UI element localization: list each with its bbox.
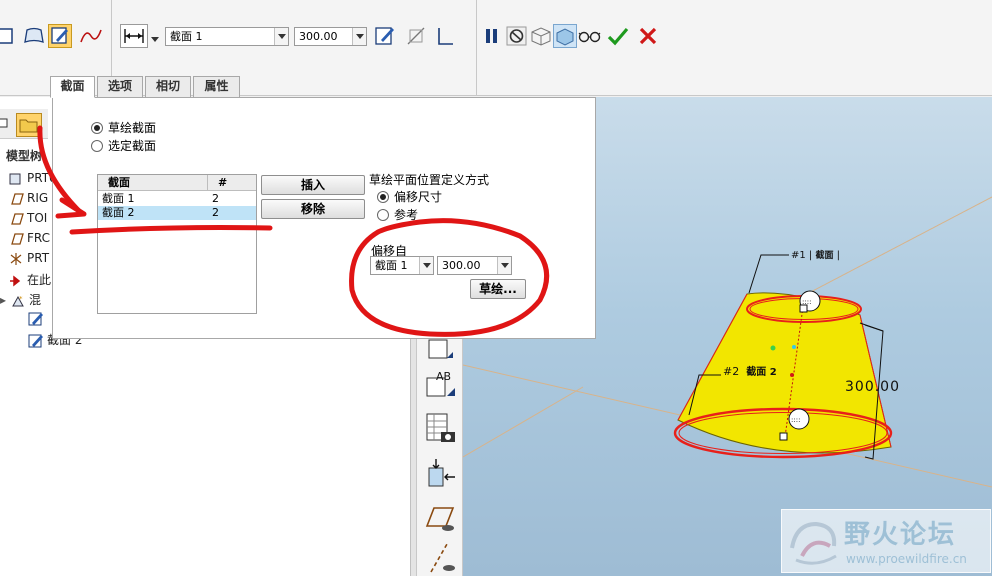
surface-icon[interactable] [22, 24, 46, 48]
feature-toolbar-vertical: AB [416, 330, 463, 576]
sketched-sections-radio[interactable]: 草绘截面 [91, 119, 156, 136]
cancel-x-icon[interactable] [636, 24, 660, 48]
blend-feature-icon: * [10, 294, 26, 308]
insert-button[interactable]: 插入 [261, 175, 365, 195]
flame-logo-icon [786, 516, 842, 568]
tree-item-top-plane[interactable]: TOI [8, 211, 47, 226]
blend-preview-solid[interactable]: :::: :::: [673, 290, 893, 459]
watermark-url: www.proewildfire.cn [846, 552, 967, 566]
smooth-curve-icon[interactable] [78, 24, 102, 48]
tree-item-blend[interactable]: ▸ * 混 [0, 291, 41, 308]
blind-depth-icon[interactable] [120, 24, 148, 48]
radio-unselected-icon [91, 140, 103, 152]
remove-button[interactable]: 移除 [261, 199, 365, 219]
model-tree-title: 模型树 [6, 149, 43, 163]
reference-radio[interactable]: 参考 [377, 206, 418, 223]
section-2-label[interactable]: #2 截面 2 [723, 363, 777, 378]
table-camera-icon[interactable] [425, 412, 457, 446]
sketch-icon [28, 312, 44, 326]
folder-tab-icon[interactable] [16, 113, 42, 137]
sections-slide-up-panel: 草绘截面 选定截面 截面 # 截面 12 截面 22 插入 移除 草绘平面位置定… [52, 97, 596, 339]
datum-plane-icon [8, 232, 24, 246]
datum-plane-icon [8, 212, 24, 226]
tab-tangency[interactable]: 相切 [145, 76, 191, 97]
watermark-title: 野火论坛 [844, 520, 957, 550]
offset-value-input[interactable]: 300.00 [437, 256, 512, 275]
expand-icon[interactable]: ▸ [0, 293, 10, 307]
tree-item-section-1[interactable] [28, 311, 47, 326]
depth-options-chevron-down-icon[interactable] [150, 33, 160, 47]
sketch-button[interactable]: 草绘... [470, 279, 526, 299]
thicken-icon[interactable] [434, 24, 458, 48]
datum-plane-icon [8, 192, 24, 206]
forum-watermark: 野火论坛 www.proewildfire.cn [781, 509, 991, 573]
selected-sections-radio[interactable]: 选定截面 [91, 137, 156, 154]
tab-options[interactable]: 选项 [97, 76, 143, 97]
datum-plane-display-icon[interactable] [423, 504, 457, 534]
radio-unselected-icon [377, 209, 389, 221]
svg-text:*: * [19, 295, 23, 303]
insert-arrow-icon [8, 274, 24, 288]
tree-item-right-plane[interactable]: RIG [8, 191, 48, 206]
preview-icon[interactable] [529, 24, 553, 48]
table-row[interactable]: 截面 12 [98, 192, 256, 206]
svg-text:::::: :::: [791, 416, 800, 424]
column-header-section[interactable]: 截面 [98, 175, 208, 191]
table-row-selected[interactable]: 截面 22 [98, 206, 256, 220]
pause-icon[interactable] [480, 24, 504, 48]
depth-dimension[interactable]: 300.00 [845, 379, 900, 395]
column-header-count[interactable]: # [208, 175, 256, 191]
radio-selected-icon [377, 191, 389, 203]
navigator-tabs [0, 109, 48, 139]
no-preview-icon[interactable] [505, 24, 529, 48]
verify-icon[interactable] [553, 24, 577, 48]
sketch-edit-icon[interactable] [373, 24, 397, 48]
glasses-preview-icon[interactable] [577, 24, 601, 48]
datum-axis-display-icon[interactable] [425, 542, 457, 574]
tab-sections[interactable]: 截面 [50, 76, 95, 98]
layer-tab-icon[interactable] [0, 117, 10, 129]
svg-text:AB: AB [436, 370, 451, 383]
flip-direction-icon[interactable] [404, 24, 428, 48]
tree-item-insert-here[interactable]: 在此 [8, 271, 51, 288]
dashboard-toolbar: 截面 1 300.00 截面 选项 相切 属性 [0, 0, 992, 98]
sketch-icon [28, 334, 44, 348]
chevron-down-icon[interactable] [352, 28, 366, 45]
tree-item-csys[interactable]: PRT [8, 251, 49, 266]
annotation-ab-icon[interactable]: AB [425, 370, 459, 400]
section-1-label[interactable]: #1 | 截面 | [791, 248, 840, 261]
sections-table: 截面 # 截面 12 截面 22 [97, 174, 257, 314]
offset-from-select[interactable]: 截面 1 [370, 256, 434, 275]
tab-properties[interactable]: 属性 [193, 76, 240, 97]
solid-icon[interactable] [0, 24, 20, 48]
offset-dimension-radio[interactable]: 偏移尺寸 [377, 188, 442, 205]
section-select[interactable]: 截面 1 [165, 27, 289, 46]
extrude-icon[interactable] [425, 336, 455, 362]
radio-selected-icon [91, 122, 103, 134]
part-icon [8, 172, 24, 186]
insert-component-icon[interactable] [425, 458, 457, 490]
chevron-down-icon[interactable] [274, 28, 288, 45]
chevron-down-icon[interactable] [419, 257, 433, 274]
ok-checkmark-icon[interactable] [606, 24, 630, 48]
csys-icon [8, 252, 24, 266]
plane-definition-title: 草绘平面位置定义方式 [369, 173, 490, 187]
chevron-down-icon[interactable] [497, 257, 511, 274]
tree-item-front-plane[interactable]: FRC [8, 231, 50, 246]
depth-value-input[interactable]: 300.00 [294, 27, 367, 46]
sketch-section-icon[interactable] [48, 24, 72, 48]
